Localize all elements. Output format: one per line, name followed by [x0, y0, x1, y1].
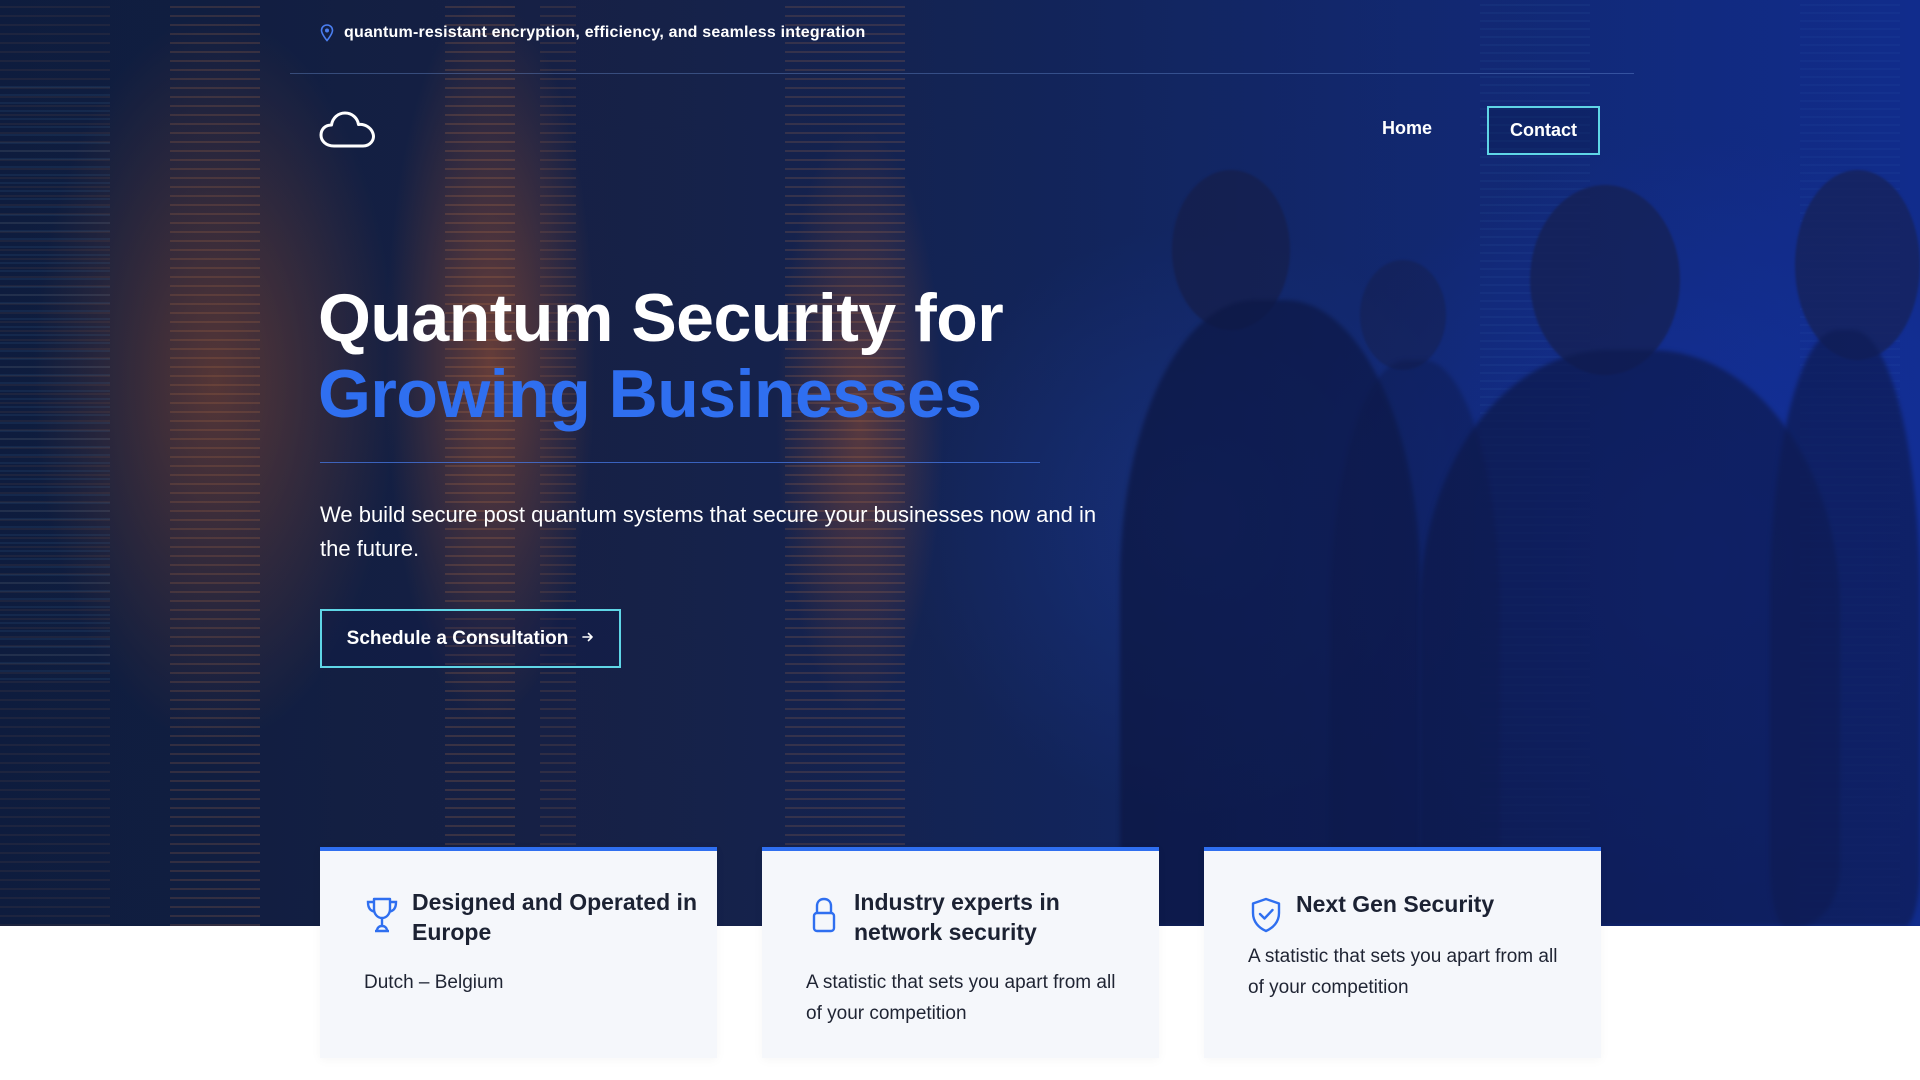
- nav-home-link[interactable]: Home: [1382, 118, 1432, 139]
- hero-section: [0, 0, 1920, 926]
- hero-divider: [320, 462, 1040, 463]
- tagline-text: quantum-resistant encryption, efficiency…: [344, 24, 866, 41]
- feature-card-europe: Designed and Operated in Europe Dutch – …: [320, 847, 717, 1058]
- contact-button[interactable]: Contact: [1487, 106, 1600, 155]
- headline-line-2: Growing Businesses: [318, 356, 982, 432]
- cloud-icon[interactable]: [318, 108, 378, 150]
- headline-line-1: Quantum Security for: [318, 280, 1004, 356]
- top-info-bar: quantum-resistant encryption, efficiency…: [320, 24, 865, 42]
- feature-card-experts: Industry experts in network security A s…: [762, 847, 1159, 1058]
- feature-description: Dutch – Belgium: [364, 972, 504, 993]
- feature-card-next-gen: Next Gen Security A statistic that sets …: [1204, 847, 1601, 1058]
- feature-title: Designed and Operated in Europe: [412, 889, 697, 945]
- shield-check-icon: [1248, 895, 1284, 935]
- feature-description: A statistic that sets you apart from all…: [806, 972, 1116, 1024]
- location-pin-icon: [320, 24, 334, 42]
- schedule-consultation-button[interactable]: Schedule a Consultation: [320, 609, 621, 668]
- feature-title: Next Gen Security: [1296, 891, 1495, 917]
- trophy-icon: [364, 895, 400, 935]
- header-divider: [290, 73, 1634, 74]
- feature-description: A statistic that sets you apart from all…: [1248, 946, 1558, 998]
- hero-subtitle: We build secure post quantum systems tha…: [320, 502, 1097, 561]
- cta-label: Schedule a Consultation: [346, 627, 569, 649]
- arrow-right-icon: [582, 630, 594, 648]
- feature-title: Industry experts in network security: [854, 889, 1060, 945]
- hero-headline: Quantum Security for Growing Businesses: [318, 280, 1004, 432]
- lock-icon: [806, 895, 842, 935]
- hero-overlay: [0, 0, 1920, 926]
